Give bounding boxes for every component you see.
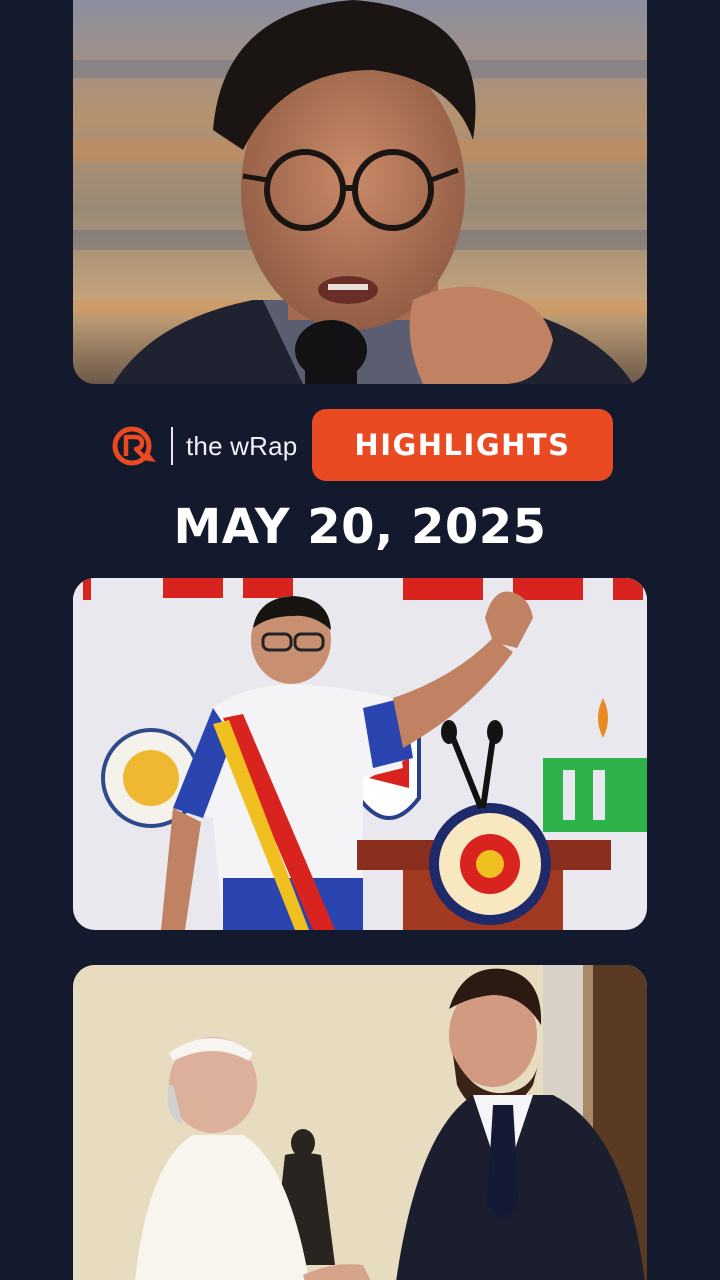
brand-row: the wRap HIGHLIGHTS <box>0 409 720 481</box>
date-title: MAY 20, 2025 <box>173 499 547 555</box>
highlights-badge: HIGHLIGHTS <box>312 409 613 481</box>
rappler-logo-icon <box>112 426 158 466</box>
photo-pope-handshake <box>73 965 647 1280</box>
video-frame: the wRap HIGHLIGHTS MAY 20, 2025 <box>0 0 720 1280</box>
brand-divider <box>171 427 173 465</box>
photo-speaker-with-glasses <box>73 0 647 384</box>
show-name: the wRap <box>186 431 298 461</box>
photo-president-waving-at-podium <box>73 578 647 930</box>
